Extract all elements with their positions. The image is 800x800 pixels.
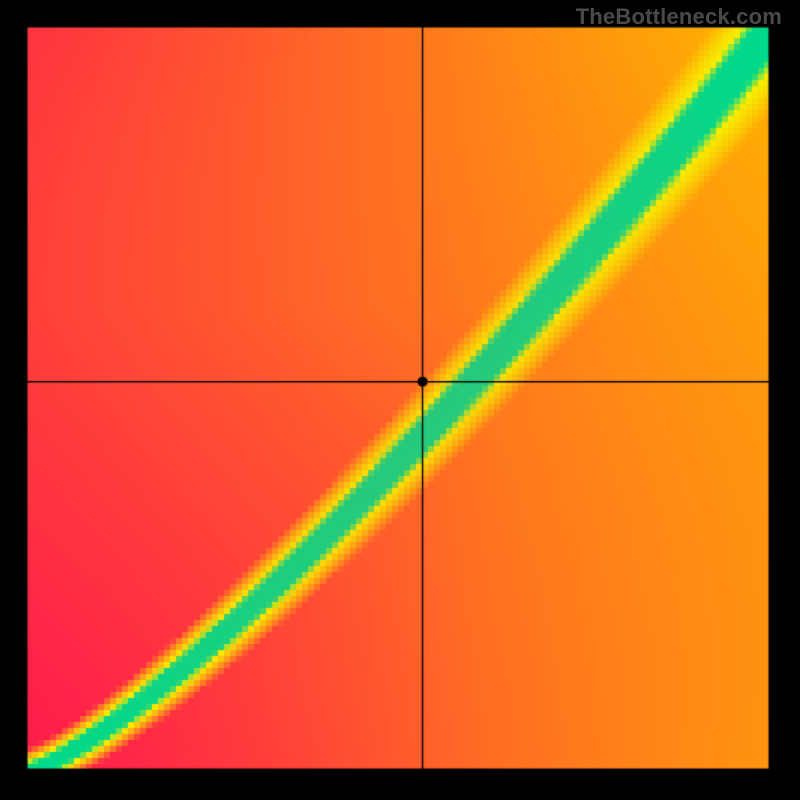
heatmap-canvas: [0, 0, 800, 800]
watermark-text: TheBottleneck.com: [576, 4, 782, 30]
chart-stage: TheBottleneck.com: [0, 0, 800, 800]
